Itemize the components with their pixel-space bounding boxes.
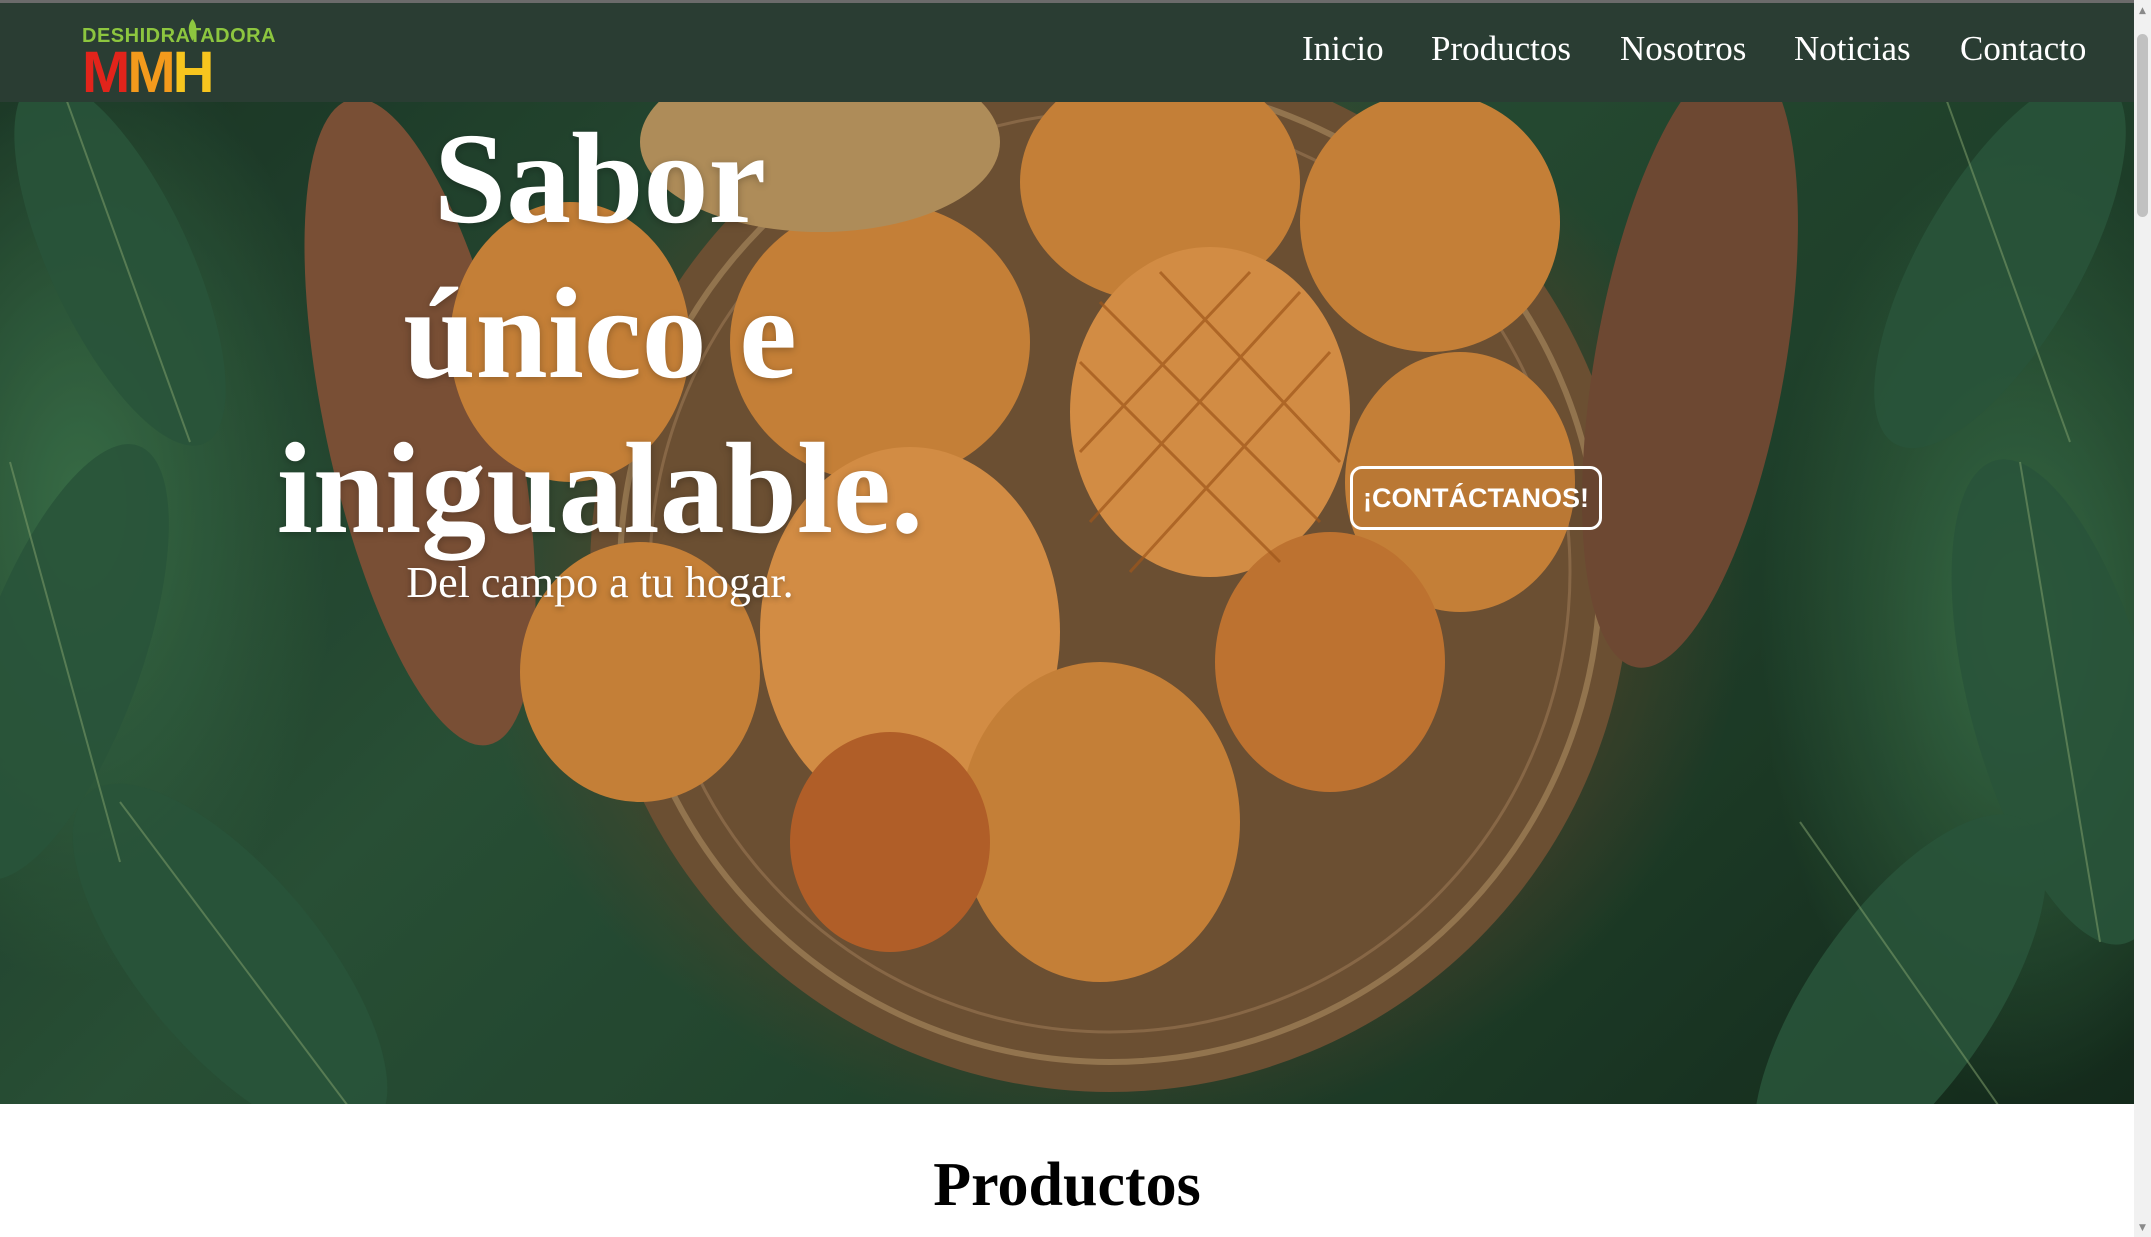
nav-item-contacto[interactable]: Contacto — [1960, 29, 2086, 69]
hero-title: Sabor único e inigualable. — [240, 102, 960, 567]
nav-item-productos[interactable]: Productos — [1431, 29, 1571, 69]
logo-letter-m2: M — [127, 40, 175, 105]
logo-letters: MMH — [82, 44, 215, 102]
nav-item-noticias[interactable]: Noticias — [1794, 29, 1911, 69]
navbar: DESHIDRATADORA MMH Inicio Productos Noso… — [0, 3, 2134, 102]
scroll-thumb[interactable] — [2137, 34, 2148, 217]
scroll-up-arrow-icon[interactable]: ▲ — [2134, 3, 2151, 20]
contact-us-button[interactable]: ¡CONTÁCTANOS! — [1350, 466, 1602, 530]
leaf-icon — [188, 19, 197, 41]
scroll-down-arrow-icon[interactable]: ▼ — [2134, 1220, 2151, 1237]
logo-letter-m1: M — [82, 40, 130, 105]
hero-title-line-1: Sabor — [433, 107, 767, 251]
nav-item-nosotros[interactable]: Nosotros — [1620, 29, 1746, 69]
products-heading: Productos — [933, 1151, 1201, 1219]
hero-subtitle: Del campo a tu hogar. — [406, 558, 794, 607]
hero-title-line-3: inigualable. — [276, 417, 924, 561]
brand-logo[interactable]: DESHIDRATADORA MMH — [82, 19, 302, 103]
logo-letter-h: H — [172, 40, 215, 105]
nav-item-inicio[interactable]: Inicio — [1302, 29, 1384, 69]
hero-section: Sabor único e inigualable. Del campo a t… — [0, 102, 2134, 1104]
hero-title-line-2: único e — [403, 262, 797, 406]
vertical-scrollbar[interactable]: ▲ ▼ — [2134, 0, 2151, 1237]
